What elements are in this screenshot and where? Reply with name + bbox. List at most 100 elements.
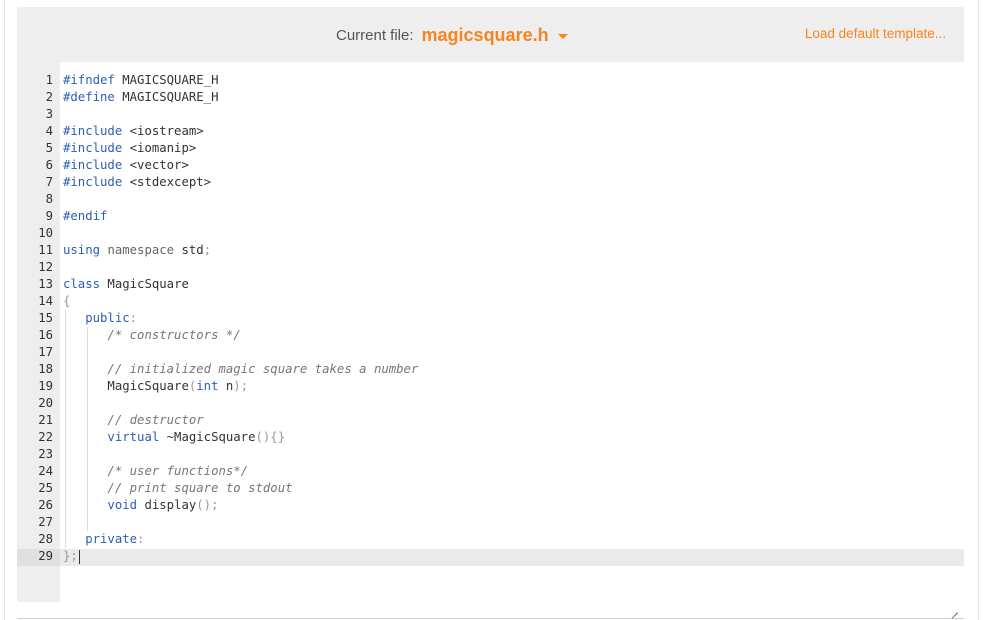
- code-token: int: [196, 379, 219, 393]
- code-line[interactable]: 10: [17, 225, 964, 242]
- code-text: #include <iomanip>: [63, 140, 196, 157]
- line-number: 1: [45, 73, 53, 87]
- code-line[interactable]: 21 // destructor: [17, 412, 964, 429]
- line-number: 14: [38, 294, 53, 308]
- code-text: #include <stdexcept>: [63, 174, 211, 191]
- code-token: #define: [63, 90, 115, 104]
- file-selector[interactable]: Current file: magicsquare.h: [336, 24, 568, 46]
- code-line[interactable]: 5 #include <iomanip>: [17, 140, 964, 157]
- code-line[interactable]: 22 virtual ~MagicSquare(){}: [17, 429, 964, 446]
- line-number: 18: [38, 362, 53, 376]
- code-text: class MagicSquare: [63, 276, 189, 293]
- code-line[interactable]: 12: [17, 259, 964, 276]
- line-number: 10: [38, 226, 53, 240]
- code-text: virtual ~MagicSquare(){}: [63, 429, 285, 446]
- code-line[interactable]: 27: [17, 514, 964, 531]
- code-token: public: [85, 311, 130, 325]
- code-line[interactable]: 4 #include <iostream>: [17, 123, 964, 140]
- code-text: #ifndef MAGICSQUARE_H: [63, 72, 218, 89]
- line-number: 15: [38, 311, 53, 325]
- code-line[interactable]: 24 /* user functions*/: [17, 463, 964, 480]
- line-number: 3: [45, 107, 53, 121]
- code-line[interactable]: 29};: [17, 548, 964, 565]
- code-text: void display();: [63, 497, 218, 514]
- code-token: display: [137, 498, 197, 512]
- code-line[interactable]: 18 // initialized magic square takes a n…: [17, 361, 964, 378]
- code-token: );: [233, 379, 249, 393]
- line-number: 11: [38, 243, 53, 257]
- code-line[interactable]: 2 #define MAGICSQUARE_H: [17, 89, 964, 106]
- line-number: 7: [45, 175, 53, 189]
- code-token: :: [137, 532, 145, 546]
- code-token: };: [63, 549, 78, 563]
- line-number: 5: [45, 141, 53, 155]
- code-token: #ifndef: [63, 73, 115, 87]
- code-line[interactable]: 15 public:: [17, 310, 964, 327]
- code-line[interactable]: 8: [17, 191, 964, 208]
- code-line[interactable]: 16 /* constructors */: [17, 327, 964, 344]
- code-line[interactable]: 9 #endif: [17, 208, 964, 225]
- code-token: void: [107, 498, 138, 512]
- file-selector-label: Current file:: [336, 26, 414, 44]
- indent-guide: [87, 344, 89, 361]
- indent-guide: [65, 446, 66, 463]
- code-text: #endif: [63, 208, 107, 225]
- code-line[interactable]: 6 #include <vector>: [17, 157, 964, 174]
- code-token: {: [63, 294, 71, 308]
- code-token: <iostream>: [122, 124, 204, 138]
- line-number: 9: [45, 209, 53, 223]
- code-line[interactable]: 11 using namespace std;: [17, 242, 964, 259]
- code-token: /* constructors */: [107, 328, 241, 342]
- code-line[interactable]: 19 MagicSquare(int n);: [17, 378, 964, 395]
- line-number: 26: [38, 498, 53, 512]
- code-line[interactable]: 26 void display();: [17, 497, 964, 514]
- code-text: MagicSquare(int n);: [63, 378, 248, 395]
- line-number: 8: [45, 192, 53, 206]
- page: Current file: magicsquare.h Load default…: [0, 0, 989, 620]
- indent-guide: [87, 446, 89, 463]
- code-text: {: [63, 293, 70, 310]
- line-number: 28: [38, 532, 53, 546]
- code-editor[interactable]: 1 #ifndef MAGICSQUARE_H 2 #define MAGICSQUA…: [17, 62, 964, 619]
- code-token: #include: [63, 175, 123, 189]
- code-line[interactable]: 17: [17, 344, 964, 361]
- code-line[interactable]: 13 class MagicSquare: [17, 276, 964, 293]
- code-token: // destructor: [107, 413, 204, 427]
- code-line[interactable]: 23: [17, 446, 964, 463]
- code-line[interactable]: 14 {: [17, 293, 964, 310]
- line-number: 23: [38, 447, 53, 461]
- code-token: :: [129, 311, 138, 325]
- resize-handle-icon[interactable]: [952, 607, 958, 613]
- code-line[interactable]: 25 // print square to stdout: [17, 480, 964, 497]
- editor-header: Current file: magicsquare.h Load default…: [17, 7, 964, 62]
- line-number: 16: [38, 328, 53, 342]
- line-number: 2: [45, 90, 53, 104]
- code-line[interactable]: 1 #ifndef MAGICSQUARE_H: [17, 72, 964, 89]
- line-number: 21: [38, 413, 53, 427]
- code-token: <iomanip>: [122, 141, 197, 155]
- load-default-template-link[interactable]: Load default template...: [805, 26, 946, 41]
- chevron-down-icon[interactable]: [557, 33, 568, 39]
- code-token: namespace: [107, 243, 175, 257]
- current-file-name[interactable]: magicsquare.h: [422, 25, 549, 46]
- code-lines[interactable]: 1 #ifndef MAGICSQUARE_H 2 #define MAGICSQUA…: [17, 72, 964, 565]
- line-number: 27: [38, 515, 53, 529]
- line-number: 4: [45, 124, 53, 138]
- code-token: (){}: [255, 430, 286, 444]
- code-line[interactable]: 28 private:: [17, 531, 964, 548]
- code-token: /* user functions*/: [107, 464, 249, 478]
- code-token: <vector>: [122, 158, 189, 172]
- indent-guide: [87, 514, 89, 531]
- code-token: std: [174, 243, 204, 257]
- code-line[interactable]: 7 #include <stdexcept>: [17, 174, 964, 191]
- code-token: ~MagicSquare: [159, 430, 256, 444]
- code-text: // destructor: [63, 412, 204, 429]
- code-line[interactable]: 20: [17, 395, 964, 412]
- line-number: 12: [38, 260, 53, 274]
- code-line[interactable]: 3: [17, 106, 964, 123]
